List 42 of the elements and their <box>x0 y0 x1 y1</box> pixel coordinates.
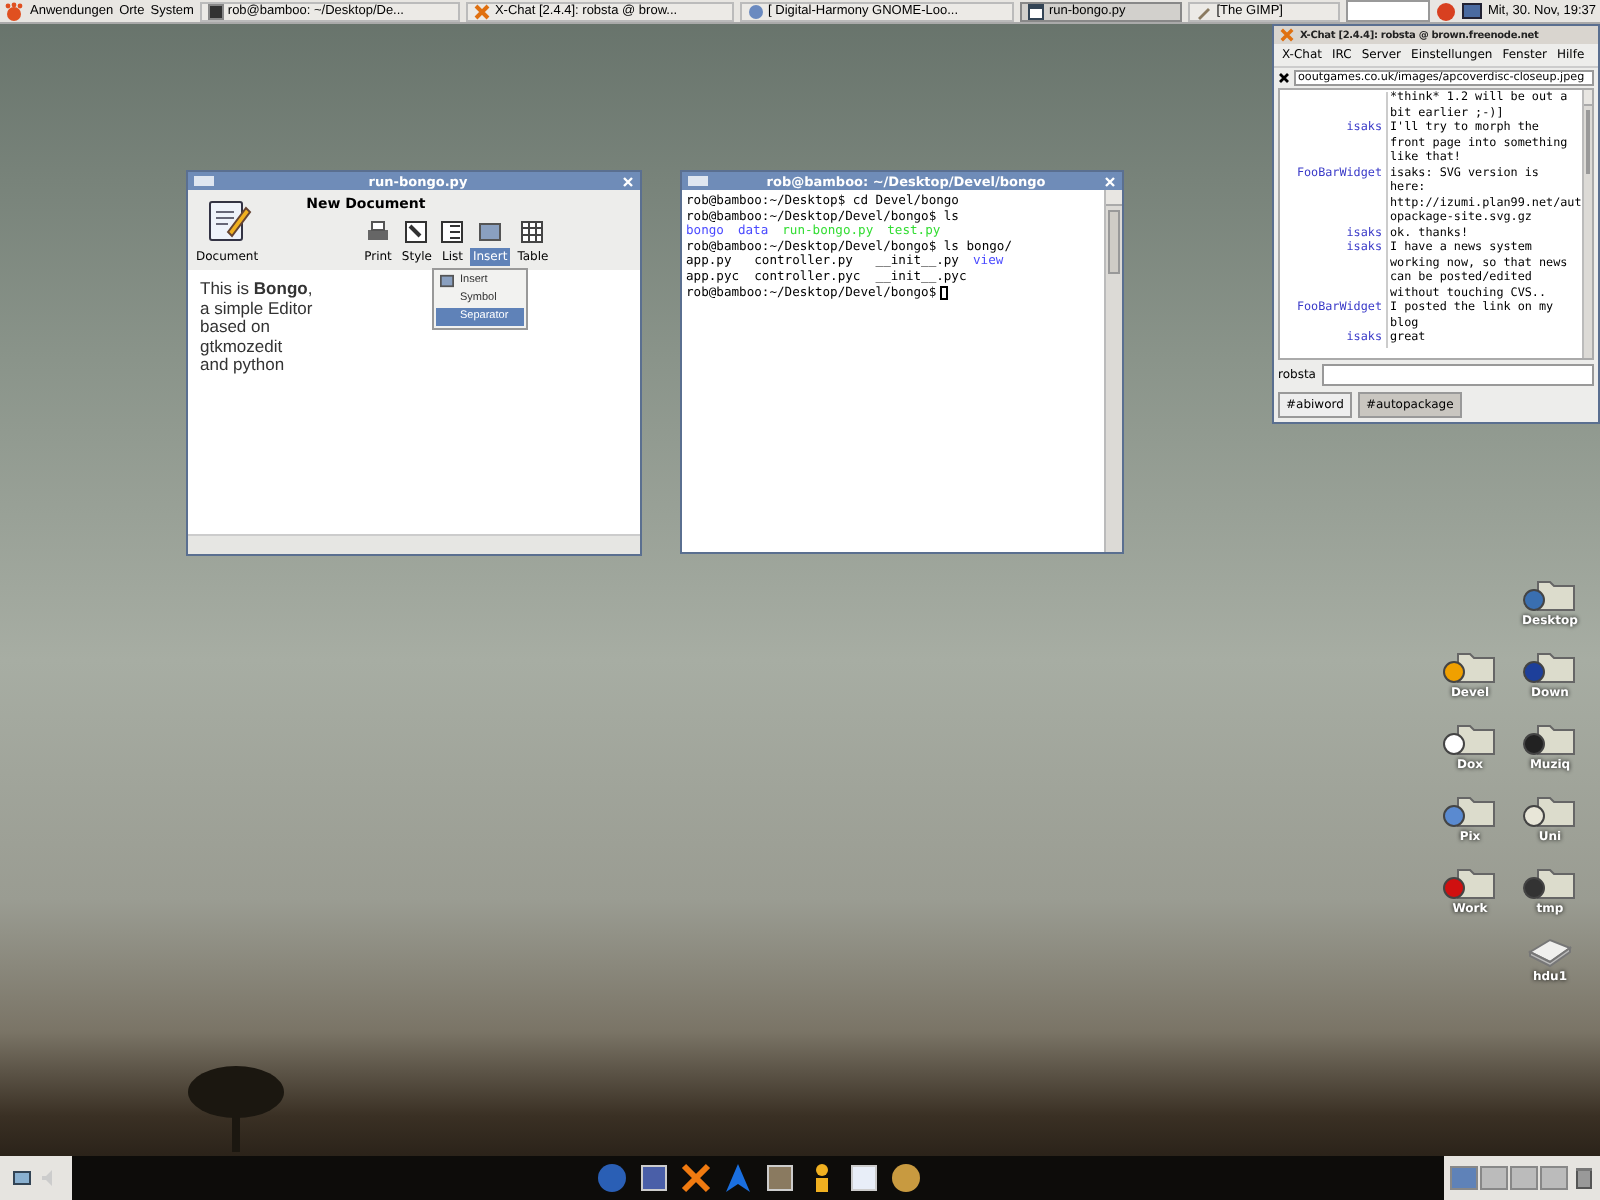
folder-icon[interactable] <box>1522 576 1578 612</box>
foot-icon[interactable] <box>4 1 24 21</box>
folder-icon[interactable] <box>1442 720 1498 756</box>
close-icon[interactable] <box>1278 72 1290 84</box>
scroll-thumb[interactable] <box>1585 110 1590 174</box>
workspace-switcher[interactable] <box>1450 1166 1568 1190</box>
network-icon[interactable] <box>12 1168 32 1188</box>
document-text: based on <box>200 318 270 337</box>
scroll-thumb[interactable] <box>1108 210 1120 274</box>
arrow-icon[interactable] <box>721 1162 753 1194</box>
folder-icon[interactable] <box>1442 864 1498 900</box>
applet-field[interactable] <box>1345 0 1430 22</box>
notepad-pencil-icon <box>203 196 252 244</box>
folder-icon[interactable] <box>1522 720 1578 756</box>
list-icon <box>440 220 465 244</box>
folder-icon[interactable] <box>1522 792 1578 828</box>
document-text: This is Bongo, <box>200 280 313 299</box>
document-text: gtkmozedit <box>200 337 283 356</box>
message-input[interactable] <box>1321 364 1594 386</box>
terminal-icon <box>207 3 224 19</box>
scrollbar[interactable] <box>1581 90 1592 358</box>
table-icon <box>520 220 545 244</box>
folder-icon[interactable] <box>1442 792 1498 828</box>
screen-icon[interactable] <box>637 1162 669 1194</box>
drive-icon[interactable] <box>1526 936 1574 968</box>
folder-icon[interactable] <box>1522 864 1578 900</box>
x-icon <box>1280 28 1294 42</box>
picture-icon <box>440 274 454 288</box>
folder-icon[interactable] <box>1442 648 1498 684</box>
printer-icon <box>366 220 390 244</box>
brush-icon <box>1196 3 1213 19</box>
x-icon <box>474 3 491 19</box>
document-text: and python <box>200 356 285 375</box>
folder-icon[interactable] <box>1522 648 1578 684</box>
trash-icon[interactable] <box>1574 1166 1594 1190</box>
style-icon <box>404 220 429 244</box>
window-icon <box>1028 3 1045 19</box>
picture-icon <box>478 220 503 244</box>
scrollbar[interactable] <box>1104 190 1122 552</box>
monitor-icon[interactable] <box>1461 1 1482 21</box>
document-text: a simple Editor <box>200 299 313 318</box>
cross-icon[interactable] <box>679 1162 711 1194</box>
